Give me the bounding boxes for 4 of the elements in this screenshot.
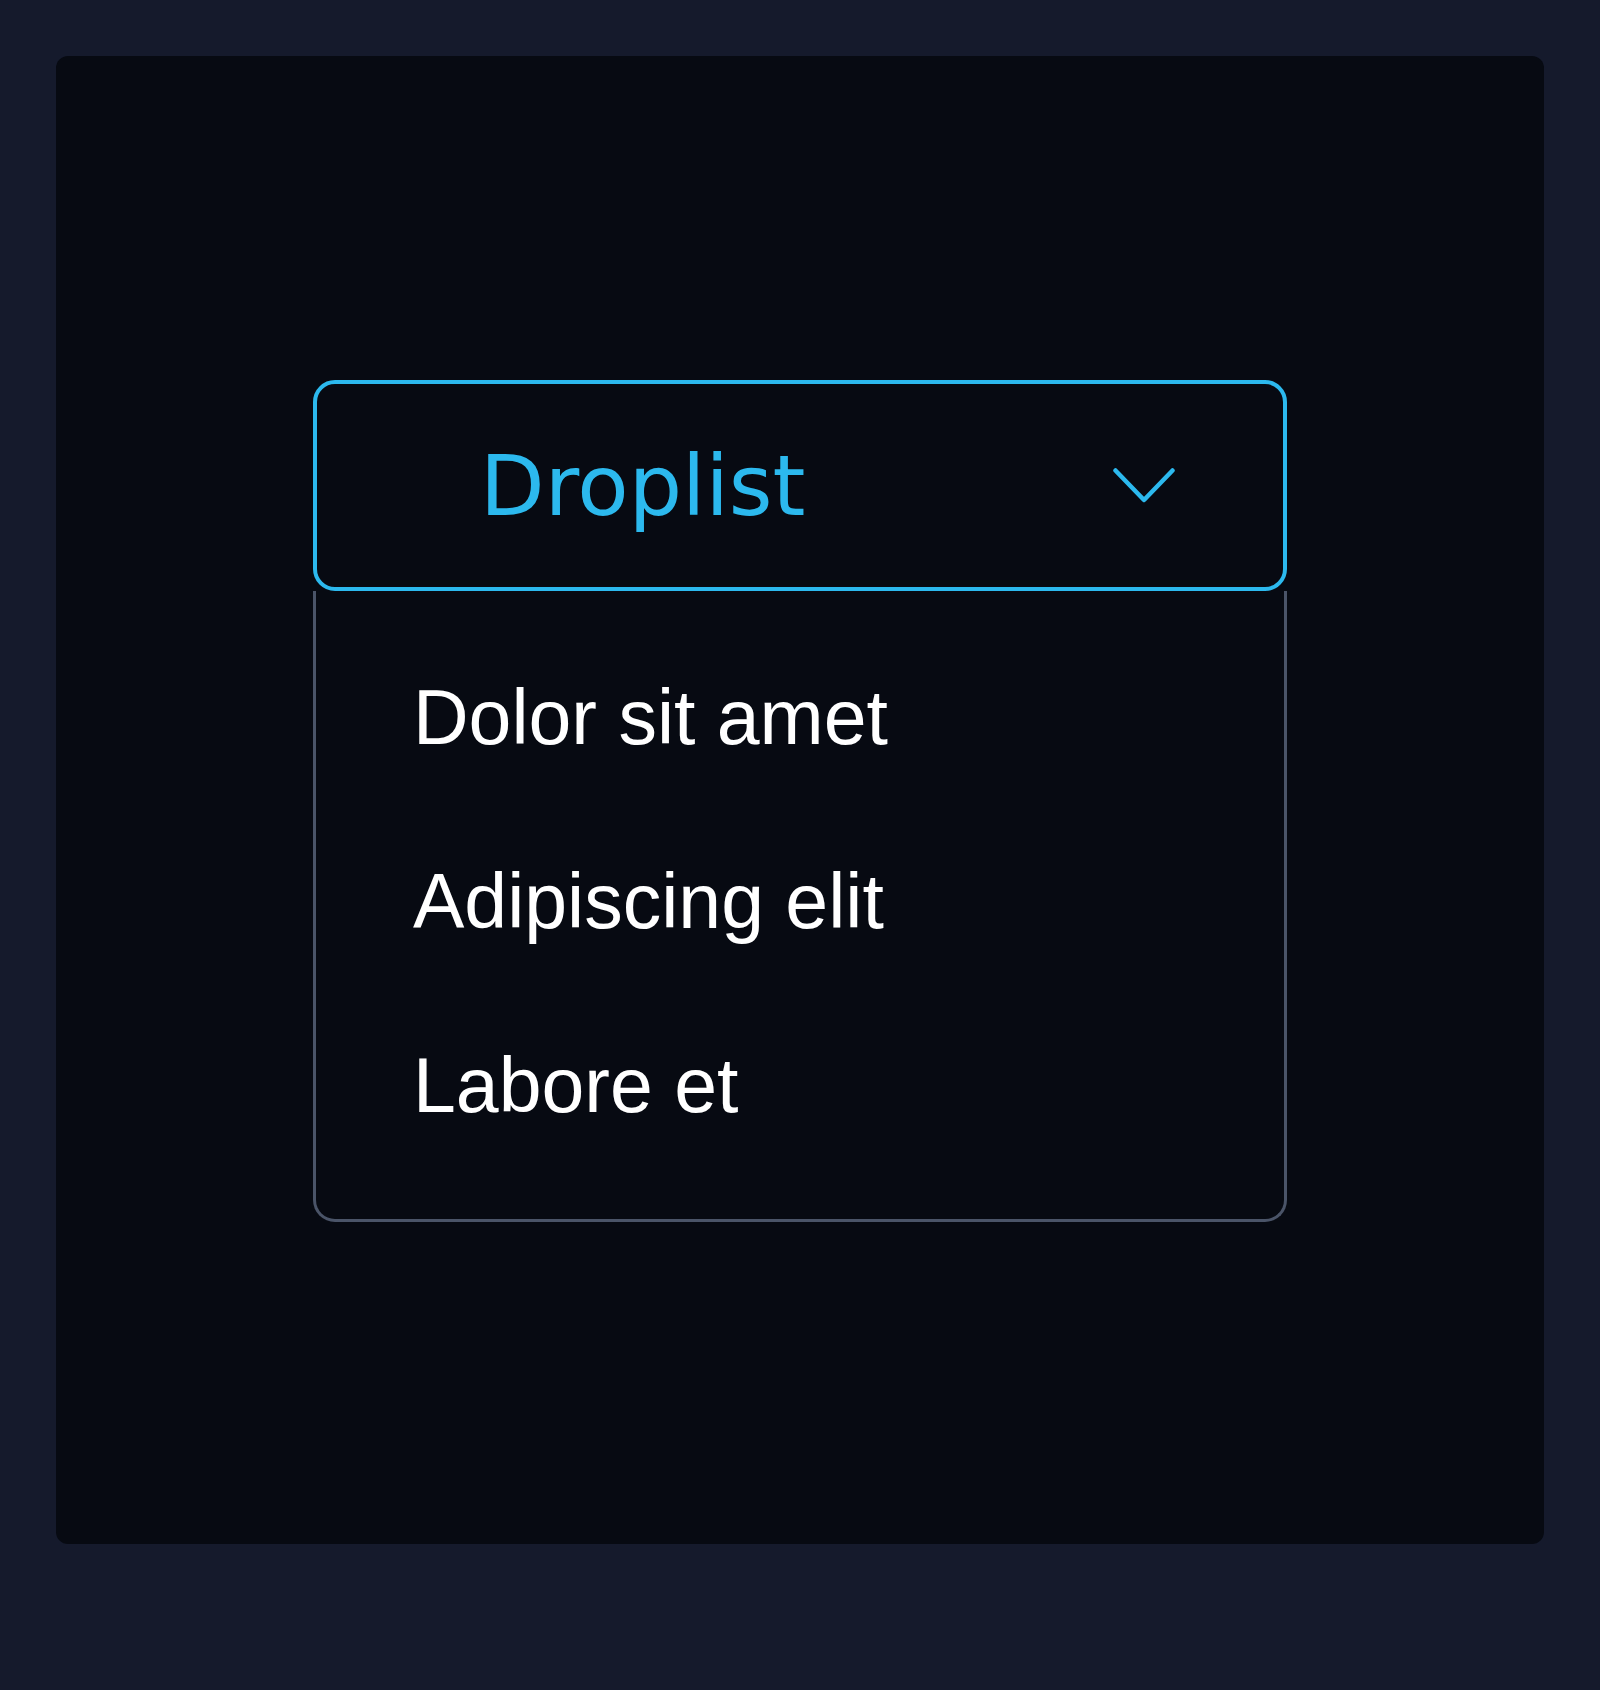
dropdown-option[interactable]: Labore et [413, 1047, 739, 1124]
dropdown-option[interactable]: Dolor sit amet [413, 679, 888, 756]
chevron-down-icon [1113, 467, 1175, 504]
dropdown-button[interactable]: Droplist [313, 380, 1287, 591]
